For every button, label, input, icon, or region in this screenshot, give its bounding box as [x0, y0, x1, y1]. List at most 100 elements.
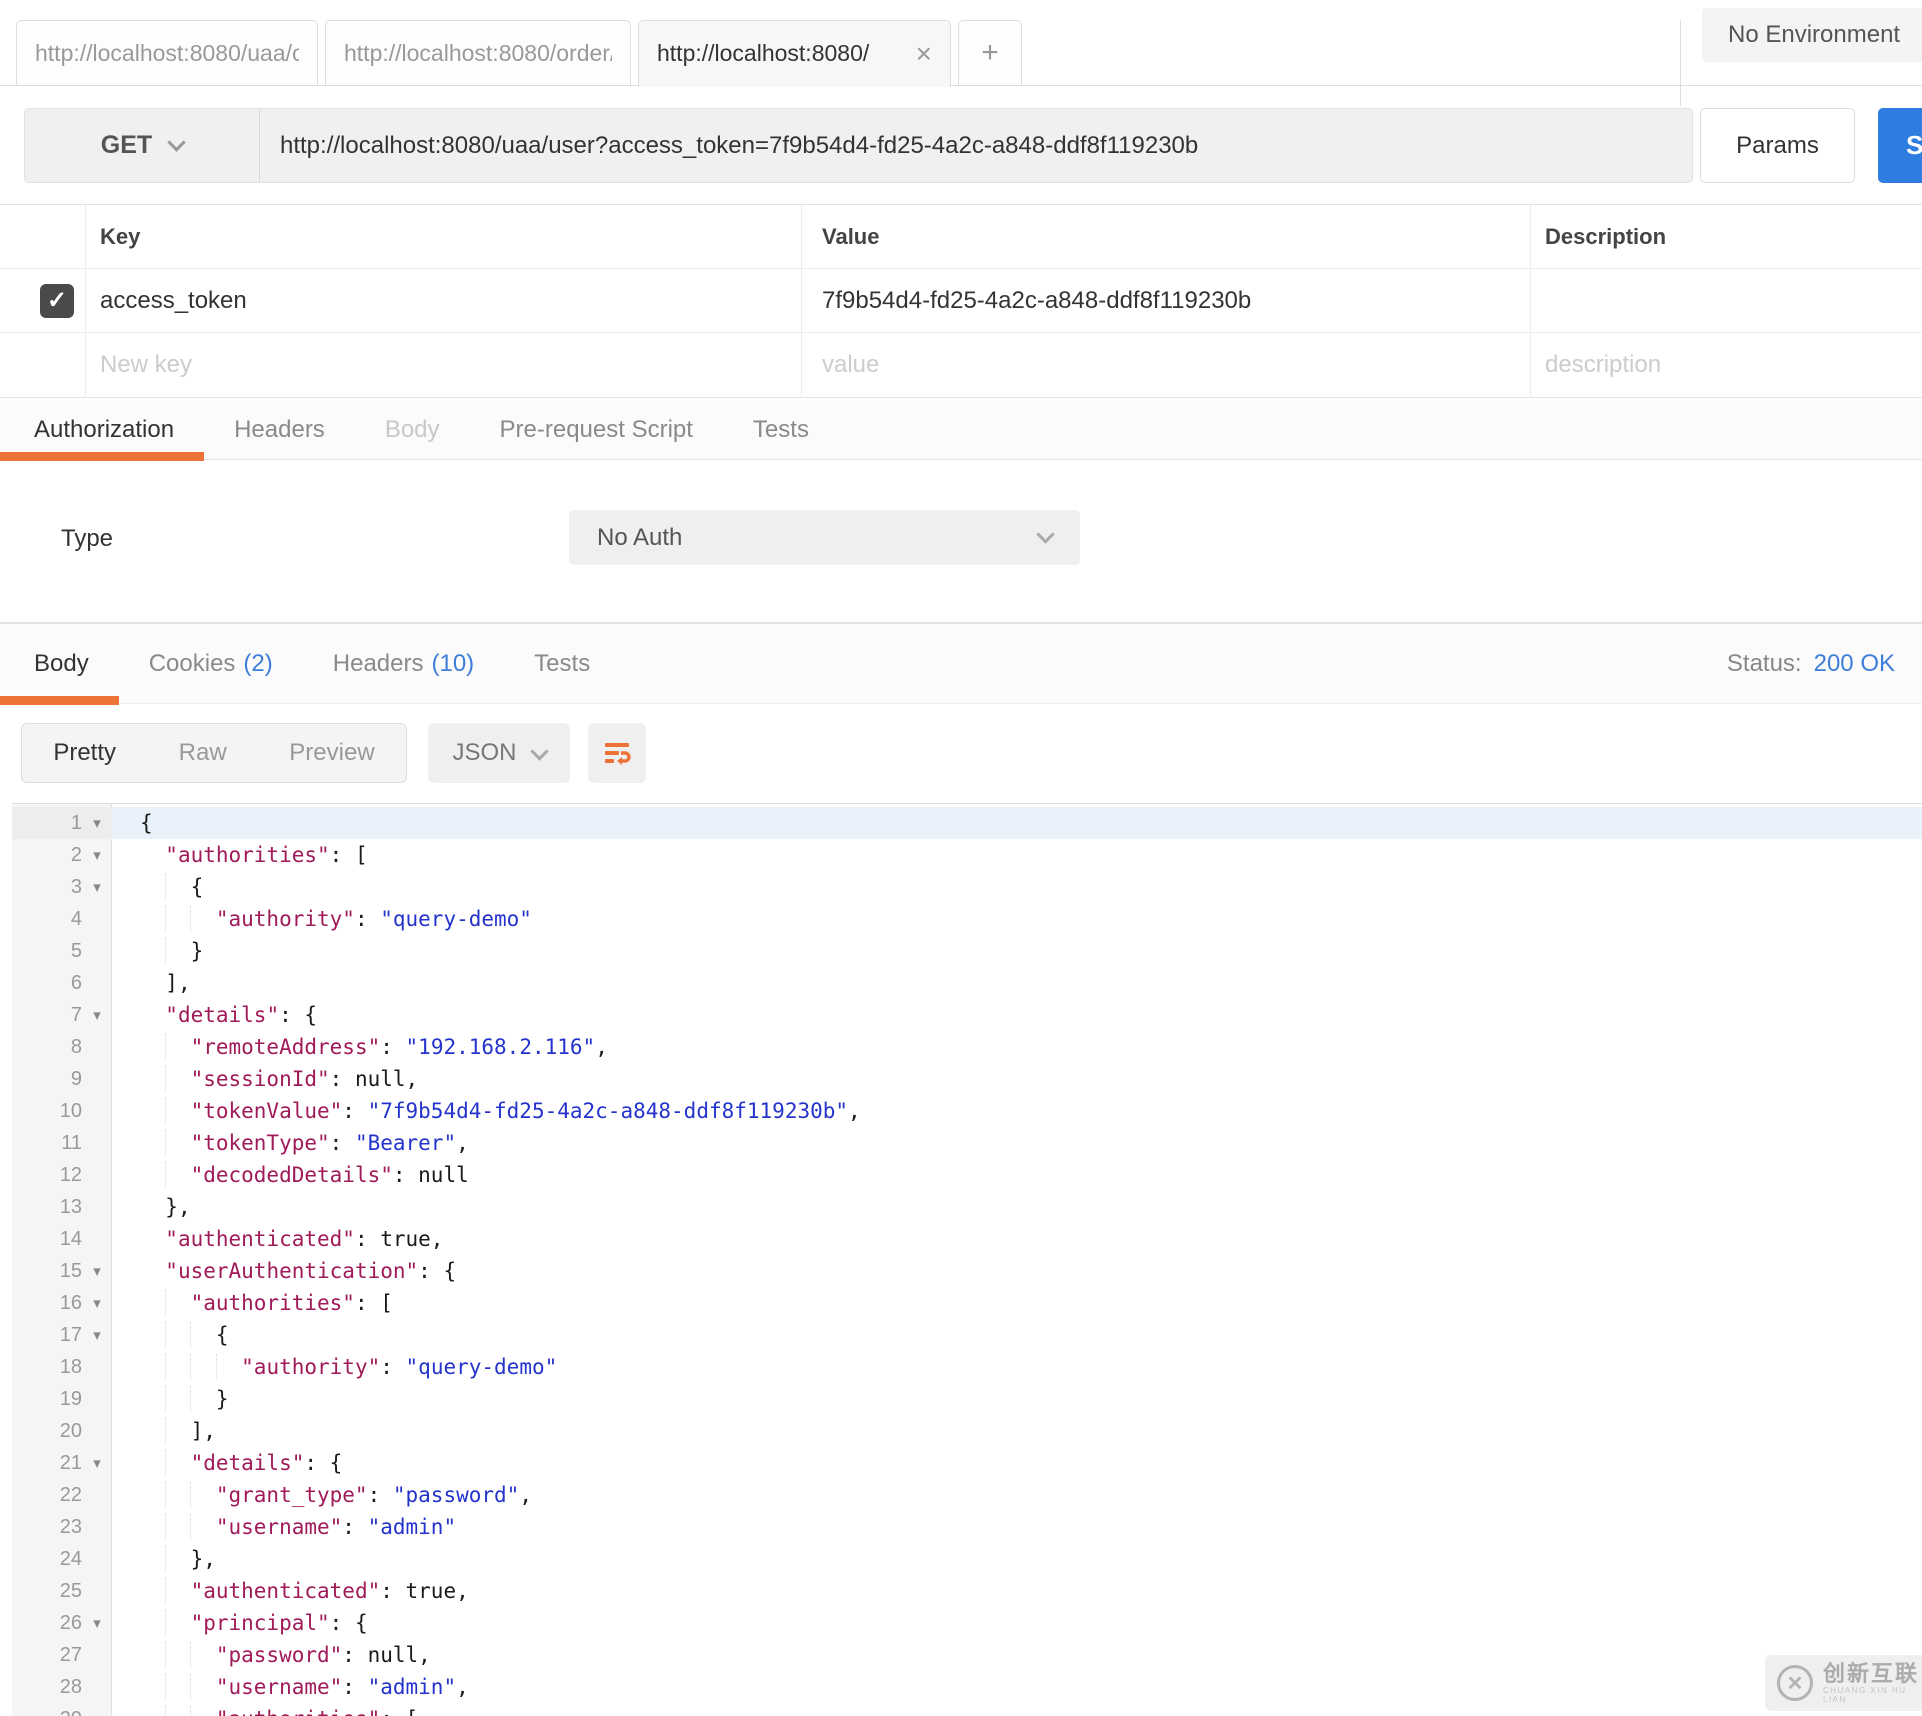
indent-guide: [190, 906, 192, 932]
line-gutter: 11: [12, 1127, 112, 1159]
line-number: 27: [59, 1643, 82, 1666]
response-tab-headers[interactable]: Headers (10): [303, 624, 504, 704]
line-gutter: 26: [12, 1607, 112, 1639]
tab-pre-request-script[interactable]: Pre-request Script: [470, 400, 723, 460]
line-gutter: 12: [12, 1159, 112, 1191]
view-mode-raw[interactable]: Raw: [173, 739, 233, 767]
fold-toggle-icon[interactable]: [84, 846, 110, 864]
response-status: Status: 200 OK: [1727, 624, 1895, 704]
code-line: 14 "authenticated": true,: [12, 1223, 1922, 1255]
indent-guide: [165, 906, 167, 932]
environment-label: No Environment: [1728, 21, 1901, 48]
fold-toggle-icon[interactable]: [84, 1006, 110, 1024]
tab-bar: http://localhost:8080/uaa/o http://localh…: [0, 20, 1922, 106]
code-tokens: "grant_type": "password",: [215, 1483, 532, 1507]
line-number: 28: [59, 1675, 82, 1698]
code-tokens: },: [165, 1195, 191, 1219]
key-cell[interactable]: access_token: [86, 269, 802, 332]
tab-body[interactable]: Body: [355, 400, 470, 460]
fold-toggle-icon[interactable]: [84, 878, 110, 896]
line-number: 10: [59, 1099, 82, 1122]
line-gutter: 25: [12, 1575, 112, 1607]
code-text: ],: [112, 967, 1922, 999]
wrap-text-button[interactable]: [588, 723, 646, 783]
code-line: 5 }: [12, 935, 1922, 967]
response-tab-tests[interactable]: Tests: [504, 624, 620, 704]
new-description-input[interactable]: description: [1531, 333, 1922, 397]
code-tokens: "userAuthentication": {: [165, 1259, 457, 1283]
new-value-input[interactable]: value: [802, 333, 1531, 397]
send-button[interactable]: Send: [1878, 108, 1922, 183]
new-tab-button[interactable]: +: [958, 20, 1022, 86]
fold-toggle-icon[interactable]: [84, 1262, 110, 1280]
code-line: 28 "username": "admin",: [12, 1671, 1922, 1703]
line-number: 21: [59, 1451, 82, 1474]
method-select[interactable]: GET: [25, 109, 260, 182]
response-tab-body[interactable]: Body: [0, 624, 119, 705]
indent-guide: [165, 1546, 167, 1572]
code-tokens: {: [190, 875, 204, 899]
line-number: 17: [59, 1323, 82, 1346]
code-text: {: [112, 1319, 1922, 1351]
status-label: Status:: [1726, 650, 1802, 677]
line-gutter: 16: [12, 1287, 112, 1319]
tab-authorization[interactable]: Authorization: [0, 400, 205, 461]
key-column-header: Key: [86, 205, 802, 268]
tab-headers[interactable]: Headers: [204, 400, 355, 460]
description-cell[interactable]: [1531, 269, 1922, 332]
response-tab-cookies[interactable]: Cookies (2): [119, 624, 303, 704]
code-line: 4 "authority": "query-demo": [12, 903, 1922, 935]
indent-guide: [190, 1322, 192, 1348]
row-checkbox[interactable]: [40, 283, 74, 318]
fold-toggle-icon[interactable]: [84, 814, 110, 832]
code-text: "grant_type": "password",: [112, 1479, 1922, 1511]
view-mode-preview[interactable]: Preview: [283, 739, 380, 767]
view-mode-pretty[interactable]: Pretty: [47, 739, 122, 767]
fold-toggle-icon[interactable]: [84, 1294, 110, 1312]
status-value: 200 OK: [1813, 650, 1895, 677]
line-gutter: 29: [12, 1703, 112, 1716]
params-button[interactable]: Params: [1700, 108, 1855, 183]
auth-type-select[interactable]: No Auth: [569, 510, 1080, 565]
line-number: 2: [70, 843, 82, 866]
code-text: "authorities": [: [112, 839, 1922, 871]
topbar-divider: [1680, 20, 1681, 106]
value-cell[interactable]: 7f9b54d4-fd25-4a2c-a848-ddf8f119230b: [802, 269, 1531, 332]
url-value: http://localhost:8080/uaa/user?access_to…: [280, 131, 1199, 159]
indent-guide: [165, 1322, 167, 1348]
new-key-input[interactable]: New key: [86, 333, 802, 397]
code-text: "decodedDetails": null: [112, 1159, 1922, 1191]
code-tokens: "details": {: [165, 1003, 318, 1027]
format-select[interactable]: JSON: [428, 723, 570, 783]
code-text: "username": "admin": [112, 1511, 1922, 1543]
indent-guide: [165, 1482, 167, 1508]
tab-tests[interactable]: Tests: [723, 400, 839, 460]
request-tab[interactable]: http://localhost:8080/ ×: [638, 20, 951, 87]
description-column-header: Description: [1545, 223, 1667, 249]
code-text: },: [112, 1543, 1922, 1575]
code-tokens: }: [215, 1387, 229, 1411]
fold-toggle-icon[interactable]: [84, 1614, 110, 1632]
code-line: 10 "tokenValue": "7f9b54d4-fd25-4a2c-a84…: [12, 1095, 1922, 1127]
send-button-label: Send: [1906, 130, 1922, 160]
response-tab-label: Tests: [534, 650, 591, 677]
line-gutter: 17: [12, 1319, 112, 1351]
fold-toggle-icon[interactable]: [84, 1710, 110, 1716]
request-section-tabs: Authorization Headers Body Pre-request Scri…: [0, 400, 1922, 461]
line-gutter: 27: [12, 1639, 112, 1671]
request-tab[interactable]: http://localhost:8080/uaa/o: [16, 20, 318, 86]
code-line: 16 "authorities": [: [12, 1287, 1922, 1319]
fold-toggle-icon[interactable]: [84, 1326, 110, 1344]
environment-selector[interactable]: No Environment: [1702, 8, 1922, 62]
code-line: 1{: [12, 807, 1922, 839]
indent-guide: [165, 1706, 167, 1716]
code-tokens: "username": "admin": [215, 1515, 457, 1539]
fold-toggle-icon[interactable]: [84, 1454, 110, 1472]
line-number: 26: [59, 1611, 82, 1634]
request-tab[interactable]: http://localhost:8080/order/: [325, 20, 631, 86]
code-text: "authenticated": true,: [112, 1223, 1922, 1255]
line-number: 15: [59, 1259, 82, 1282]
url-input[interactable]: http://localhost:8080/uaa/user?access_to…: [260, 109, 1692, 182]
close-tab-icon[interactable]: ×: [916, 39, 932, 68]
code-line: 15 "userAuthentication": {: [12, 1255, 1922, 1287]
